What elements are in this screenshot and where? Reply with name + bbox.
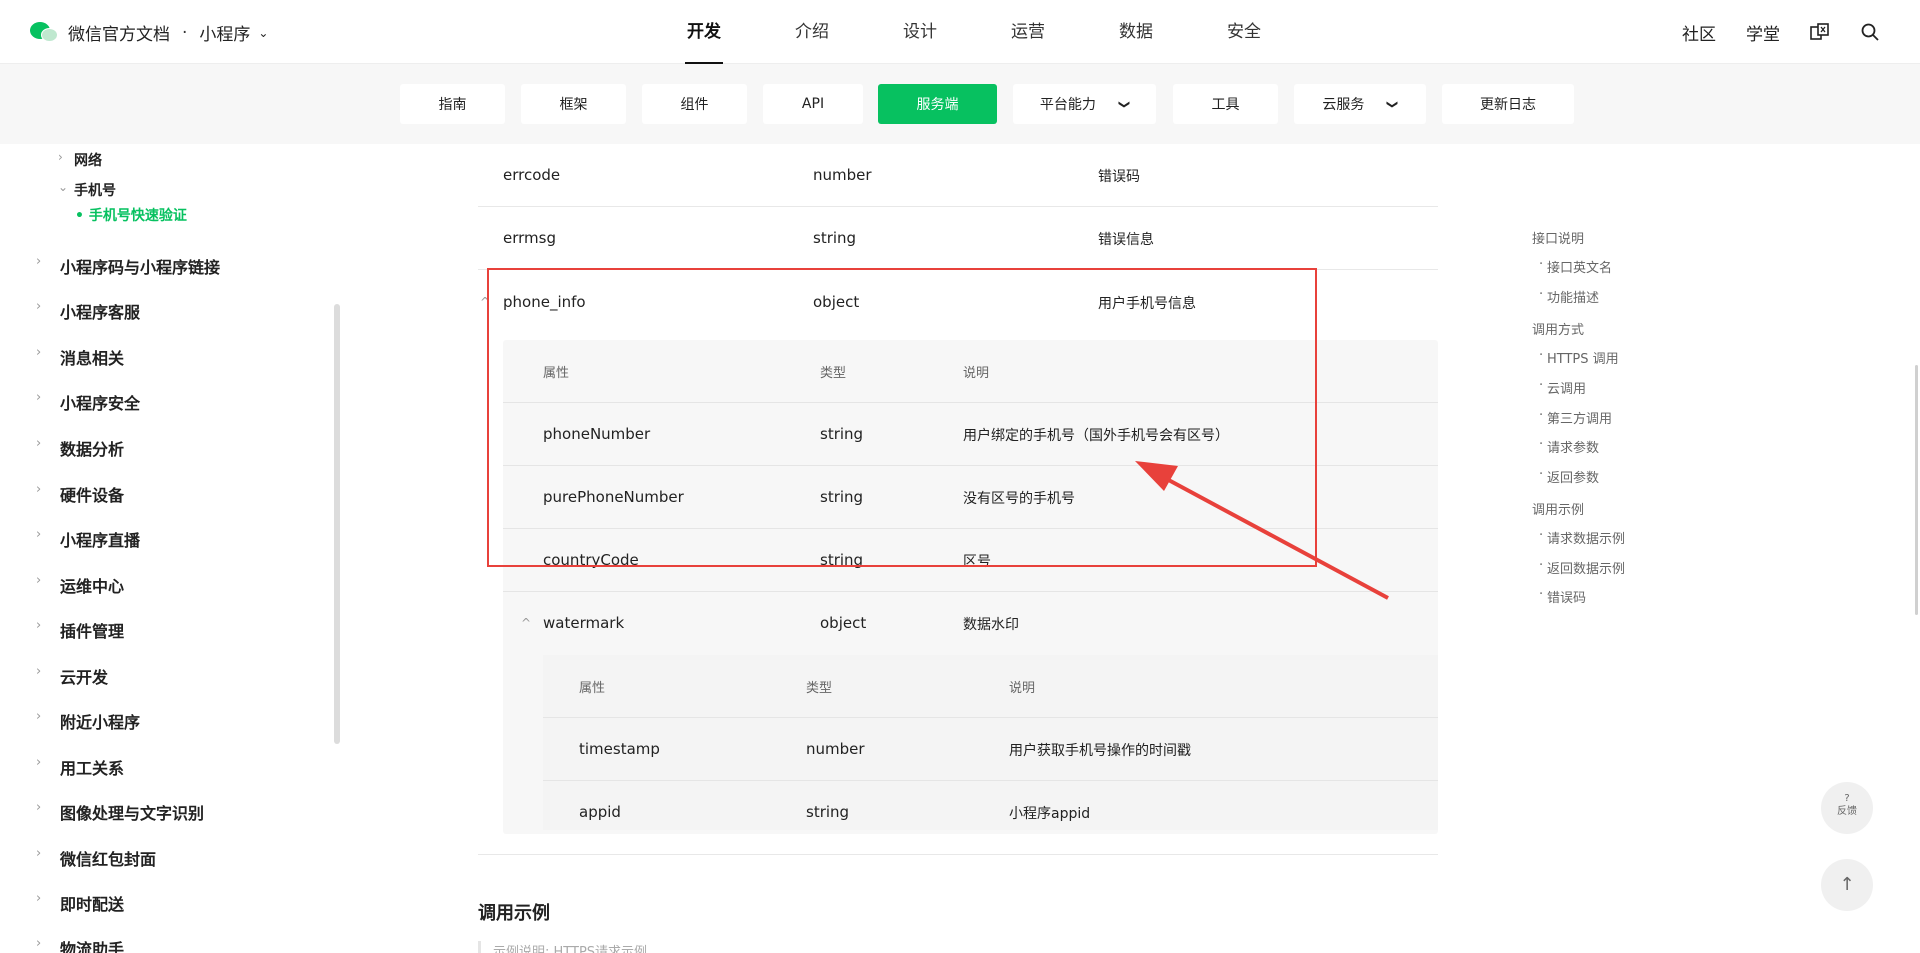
toc-item[interactable]: 调用示例	[1532, 499, 1584, 518]
sidebar-item-phone-verify[interactable]: • 手机号快速验证	[75, 205, 187, 225]
chevron-right-icon: ›	[36, 846, 42, 861]
section-title: 调用示例	[478, 903, 550, 924]
toc-item[interactable]: 云调用	[1532, 378, 1586, 397]
chevron-right-icon: ›	[36, 800, 42, 815]
academy-link[interactable]: 学堂	[1746, 20, 1780, 45]
tab-changelog[interactable]: 更新日志	[1442, 84, 1574, 124]
top-right-links: 社区 学堂	[1682, 0, 1880, 64]
brand[interactable]: 微信官方文档 · 小程序 ⌄	[30, 20, 268, 45]
nav-dev[interactable]: 开发	[650, 0, 758, 64]
question-icon: ?	[1844, 793, 1850, 804]
toc-item[interactable]: 接口说明	[1532, 228, 1584, 247]
chevron-down-icon: ❯	[1118, 99, 1131, 109]
chevron-right-icon: ›	[36, 436, 42, 451]
nav-design[interactable]: 设计	[866, 0, 974, 64]
wechat-logo-icon	[30, 21, 60, 44]
tab-api[interactable]: API	[763, 84, 863, 124]
table-row: errmsg string 错误信息	[478, 207, 1438, 270]
feedback-button[interactable]: ? 反馈	[1821, 782, 1873, 834]
chevron-down-icon: ❯	[1386, 99, 1400, 109]
table-row: timestamp number 用户获取手机号操作的时间戳	[543, 718, 1438, 781]
page-scrollbar[interactable]	[1915, 365, 1918, 615]
section-note: 示例说明: HTTPS请求示例	[478, 941, 647, 953]
chevron-right-icon: ›	[36, 755, 42, 770]
table-header: 属性 类型 说明	[543, 655, 1438, 718]
chevron-right-icon: ›	[36, 709, 42, 724]
sidebar-item-network[interactable]: › 网络	[58, 150, 102, 170]
tab-server[interactable]: 服务端	[878, 84, 997, 124]
chevron-right-icon: ›	[58, 150, 63, 164]
language-switch-icon[interactable]	[1810, 22, 1830, 42]
nested-table-watermark: 属性 类型 说明 timestamp number 用户获取手机号操作的时间戳 …	[543, 655, 1438, 830]
chevron-down-icon: ⌄	[58, 180, 69, 194]
sidebar-item-phone[interactable]: ⌄ 手机号	[58, 180, 116, 200]
nav-operation[interactable]: 运营	[974, 0, 1082, 64]
table-row[interactable]: ^ watermark object 数据水印	[503, 592, 1438, 655]
top-bar: 微信官方文档 · 小程序 ⌄ 开发 介绍 设计 运营 数据 安全 社区 学堂	[0, 0, 1920, 64]
chevron-right-icon: ›	[36, 618, 42, 633]
sidebar-scrollbar[interactable]	[334, 304, 340, 744]
toc-item[interactable]: 错误码	[1532, 587, 1586, 606]
tab-guide[interactable]: 指南	[400, 84, 505, 124]
toc-item[interactable]: 功能描述	[1532, 287, 1599, 306]
tab-platform[interactable]: 平台能力 ❯	[1013, 84, 1156, 124]
nav-data[interactable]: 数据	[1082, 0, 1190, 64]
sub-nav: 指南 框架 组件 API 服务端 平台能力 ❯ 工具 云服务 ❯ 更新日志	[0, 64, 1920, 144]
chevron-right-icon: ›	[36, 573, 42, 588]
divider	[478, 854, 1438, 855]
tab-framework[interactable]: 框架	[521, 84, 626, 124]
chevron-right-icon: ›	[36, 891, 42, 906]
highlight-box	[487, 268, 1317, 567]
toc-item[interactable]: 返回数据示例	[1532, 558, 1625, 577]
table-row: appid string 小程序appid	[579, 803, 1091, 822]
arrow-up-icon: ↑	[1839, 874, 1855, 895]
chevron-right-icon: ›	[36, 254, 42, 269]
toc-item[interactable]: 返回参数	[1532, 467, 1599, 486]
nav-security[interactable]: 安全	[1190, 0, 1298, 64]
brand-title: 微信官方文档	[68, 25, 170, 45]
toc-item[interactable]: 请求数据示例	[1532, 528, 1625, 547]
tab-cloud[interactable]: 云服务 ❯	[1294, 84, 1426, 124]
chevron-right-icon: ›	[36, 345, 42, 360]
table-row: errcode number 错误码	[478, 144, 1438, 207]
toc-item[interactable]: HTTPS 调用	[1532, 348, 1619, 367]
sidebar: › 网络 ⌄ 手机号 • 手机号快速验证 › 小程序码与小程序链接 › 小程序客服 › 消…	[0, 144, 342, 953]
community-link[interactable]: 社区	[1682, 20, 1716, 45]
chevron-up-icon[interactable]: ^	[521, 616, 531, 630]
chevron-right-icon: ›	[36, 664, 42, 679]
toc-item[interactable]: 第三方调用	[1532, 408, 1612, 427]
chevron-right-icon: ›	[36, 299, 42, 314]
back-to-top-button[interactable]: ↑	[1821, 859, 1873, 911]
toc-item[interactable]: 调用方式	[1532, 319, 1584, 338]
toc-item[interactable]: 请求参数	[1532, 437, 1599, 456]
nav-intro[interactable]: 介绍	[758, 0, 866, 64]
chevron-right-icon: ›	[36, 936, 42, 951]
chevron-right-icon: ›	[36, 527, 42, 542]
tab-tools[interactable]: 工具	[1173, 84, 1278, 124]
main-nav: 开发 介绍 设计 运营 数据 安全	[650, 0, 1298, 64]
tab-components[interactable]: 组件	[642, 84, 747, 124]
chevron-right-icon: ›	[36, 482, 42, 497]
section-selector[interactable]: 小程序	[199, 20, 250, 45]
chevron-right-icon: ›	[36, 390, 42, 405]
toc-item[interactable]: 接口英文名	[1532, 257, 1612, 276]
chevron-down-icon[interactable]: ⌄	[258, 26, 268, 40]
search-icon[interactable]	[1860, 22, 1880, 42]
